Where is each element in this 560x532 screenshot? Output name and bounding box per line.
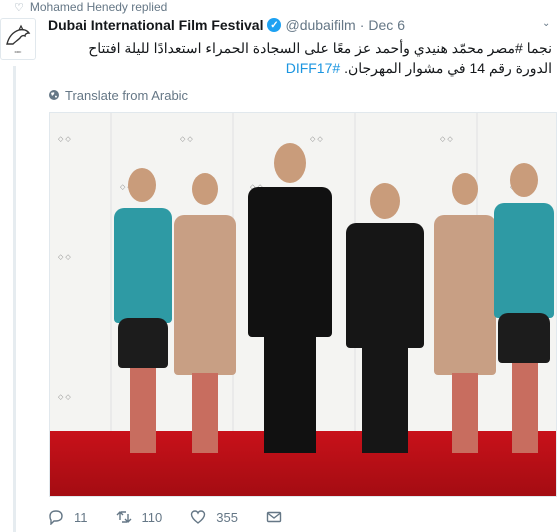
retweet-count: 110	[141, 509, 163, 525]
retweet-button[interactable]: 110	[116, 509, 163, 525]
direct-message-button[interactable]	[266, 509, 282, 525]
backdrop-logo: ◇ ◇	[440, 136, 453, 143]
avatar-caption: DIFF	[14, 50, 22, 54]
reply-count: 11	[74, 509, 88, 525]
author-handle[interactable]: @dubaifilm	[285, 17, 355, 33]
tweet-header: Dubai International Film Festival ✓ @dub…	[48, 16, 552, 34]
separator-dot: ·	[359, 17, 365, 33]
translate-label: Translate from Arabic	[65, 87, 189, 103]
envelope-icon	[266, 511, 282, 523]
actor-figure	[240, 143, 340, 458]
globe-icon	[49, 90, 59, 100]
backdrop-logo: ◇ ◇	[180, 136, 193, 143]
hostess-figure	[170, 173, 240, 458]
hostess-figure	[108, 168, 178, 458]
retweet-icon	[116, 511, 131, 523]
like-button[interactable]: 355	[190, 509, 238, 525]
backdrop-logo: ◇ ◇	[58, 254, 71, 261]
avatar[interactable]: DIFF	[0, 18, 36, 60]
backdrop-logo: ◇ ◇	[58, 394, 71, 401]
tweet-photo[interactable]: ◇ ◇ ◇ ◇ ◇ ◇ ◇ ◇ ◇ ◇ ◇ ◇ ◇ ◇ ◇ ◇ ◇ ◇ ◇ ◇ …	[49, 112, 557, 497]
like-icon	[191, 510, 206, 524]
reply-icon	[49, 510, 63, 525]
backdrop-logo: ◇ ◇	[310, 136, 323, 143]
thread-line	[13, 66, 16, 532]
translate-link[interactable]: Translate from Arabic	[48, 86, 188, 104]
reply-context-text: Mohamed Henedy replied	[29, 0, 168, 14]
verified-icon: ✓	[267, 18, 282, 32]
reply-context: ♡ Mohamed Henedy replied	[14, 0, 167, 14]
backdrop-logo: ◇ ◇	[58, 136, 71, 143]
reply-button[interactable]: 11	[48, 509, 88, 525]
author-name[interactable]: Dubai International Film Festival	[48, 17, 263, 33]
chevron-down-icon[interactable]: ⌄	[542, 18, 552, 29]
tweet-actions: 11 110 355	[48, 506, 310, 528]
hashtag-link[interactable]: #DIFF17	[286, 60, 340, 76]
horse-logo-icon	[6, 24, 31, 45]
tweet-text: نجما #مصر محمّد هنيدي وأحمد عز معًا على …	[48, 38, 552, 78]
like-count: 355	[216, 509, 238, 525]
actor-figure	[340, 183, 430, 458]
heart-icon: ♡	[14, 1, 24, 14]
tweet-time[interactable]: Dec 6	[368, 17, 405, 33]
hostess-figure	[490, 163, 556, 458]
